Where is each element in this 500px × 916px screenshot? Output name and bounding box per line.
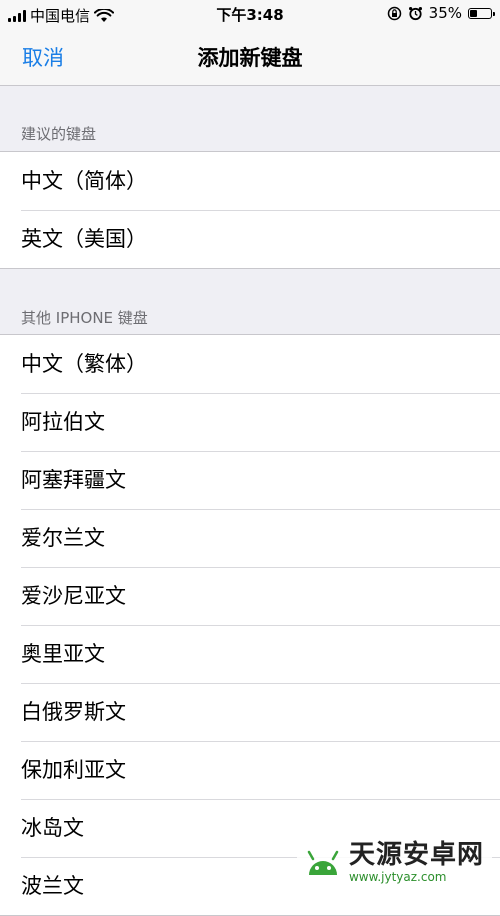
- section-header-suggested: 建议的键盘: [21, 125, 97, 143]
- battery-icon: [468, 7, 495, 19]
- watermark-title: 天源安卓网: [348, 840, 484, 870]
- battery-level-fill: [470, 9, 477, 17]
- android-logo-icon: [307, 850, 339, 875]
- section-header-other: 其他 IPHONE 键盘: [21, 309, 148, 327]
- watermark-text: 天源安卓网 www.jytyaz.com: [349, 842, 484, 883]
- keyboard-option[interactable]: 白俄罗斯文: [0, 683, 500, 741]
- keyboard-option[interactable]: 爱沙尼亚文: [0, 567, 500, 625]
- watermark: 天源安卓网 www.jytyaz.com: [296, 838, 492, 885]
- battery-percent: 35%: [428, 4, 462, 22]
- alarm-icon: [408, 6, 422, 20]
- keyboard-option[interactable]: 阿拉伯文: [0, 393, 500, 451]
- keyboard-option[interactable]: 奥里亚文: [0, 625, 500, 683]
- other-keyboards-list: 中文（繁体） 阿拉伯文 阿塞拜疆文 爱尔兰文 爱沙尼亚文 奥里亚文 白俄罗斯文 …: [0, 334, 500, 916]
- keyboard-option[interactable]: 英文（美国）: [0, 210, 500, 268]
- keyboard-option[interactable]: 阿塞拜疆文: [0, 451, 500, 509]
- status-right: 35%: [387, 4, 495, 22]
- watermark-url: www.jytyaz.com: [348, 870, 447, 884]
- suggested-keyboards-list: 中文（简体） 英文（美国）: [0, 151, 500, 269]
- status-bar: 中国电信 下午3:48 35%: [0, 0, 500, 28]
- keyboard-option[interactable]: 中文（繁体）: [0, 335, 500, 393]
- navigation-bar: 取消 添加新键盘: [0, 28, 500, 86]
- keyboard-option[interactable]: 保加利亚文: [0, 741, 500, 799]
- page-title: 添加新键盘: [197, 46, 303, 70]
- keyboard-option[interactable]: 中文（简体）: [0, 152, 500, 210]
- keyboard-option[interactable]: 爱尔兰文: [0, 509, 500, 567]
- orientation-lock-icon: [387, 6, 401, 20]
